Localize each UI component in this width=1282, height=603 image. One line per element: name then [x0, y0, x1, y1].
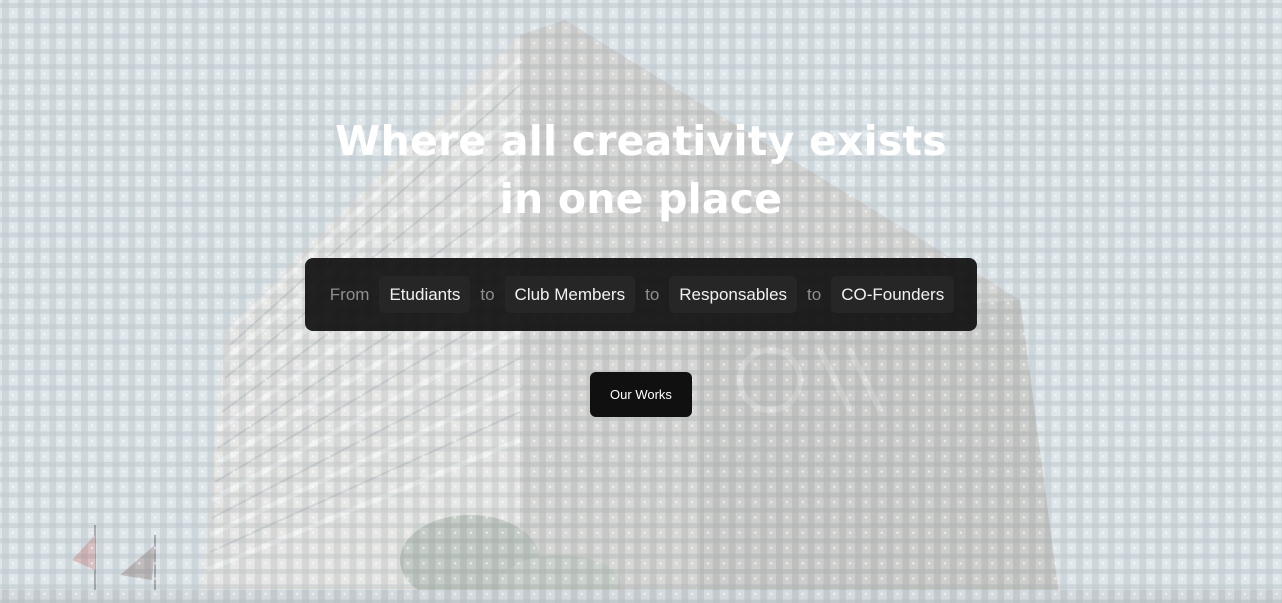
- role-chip-responsables: Responsables: [669, 276, 798, 313]
- roles-connector: to: [645, 284, 660, 304]
- headline-line-2: in one place: [499, 175, 783, 223]
- role-chip-club-members: Club Members: [504, 276, 636, 313]
- our-works-button[interactable]: Our Works: [590, 372, 692, 417]
- roles-panel: From Etudiants to Club Members to Respon…: [305, 258, 977, 331]
- hero-section: Where all creativity exists in one place…: [0, 0, 1282, 603]
- roles-from-label: From: [329, 284, 370, 304]
- roles-connector: to: [480, 284, 495, 304]
- role-chip-co-founders: CO-Founders: [831, 276, 955, 313]
- hero-headline: Where all creativity exists in one place: [0, 112, 1282, 228]
- roles-connector: to: [807, 284, 822, 304]
- headline-line-1: Where all creativity exists: [335, 117, 947, 165]
- role-chip-etudiants: Etudiants: [379, 276, 471, 313]
